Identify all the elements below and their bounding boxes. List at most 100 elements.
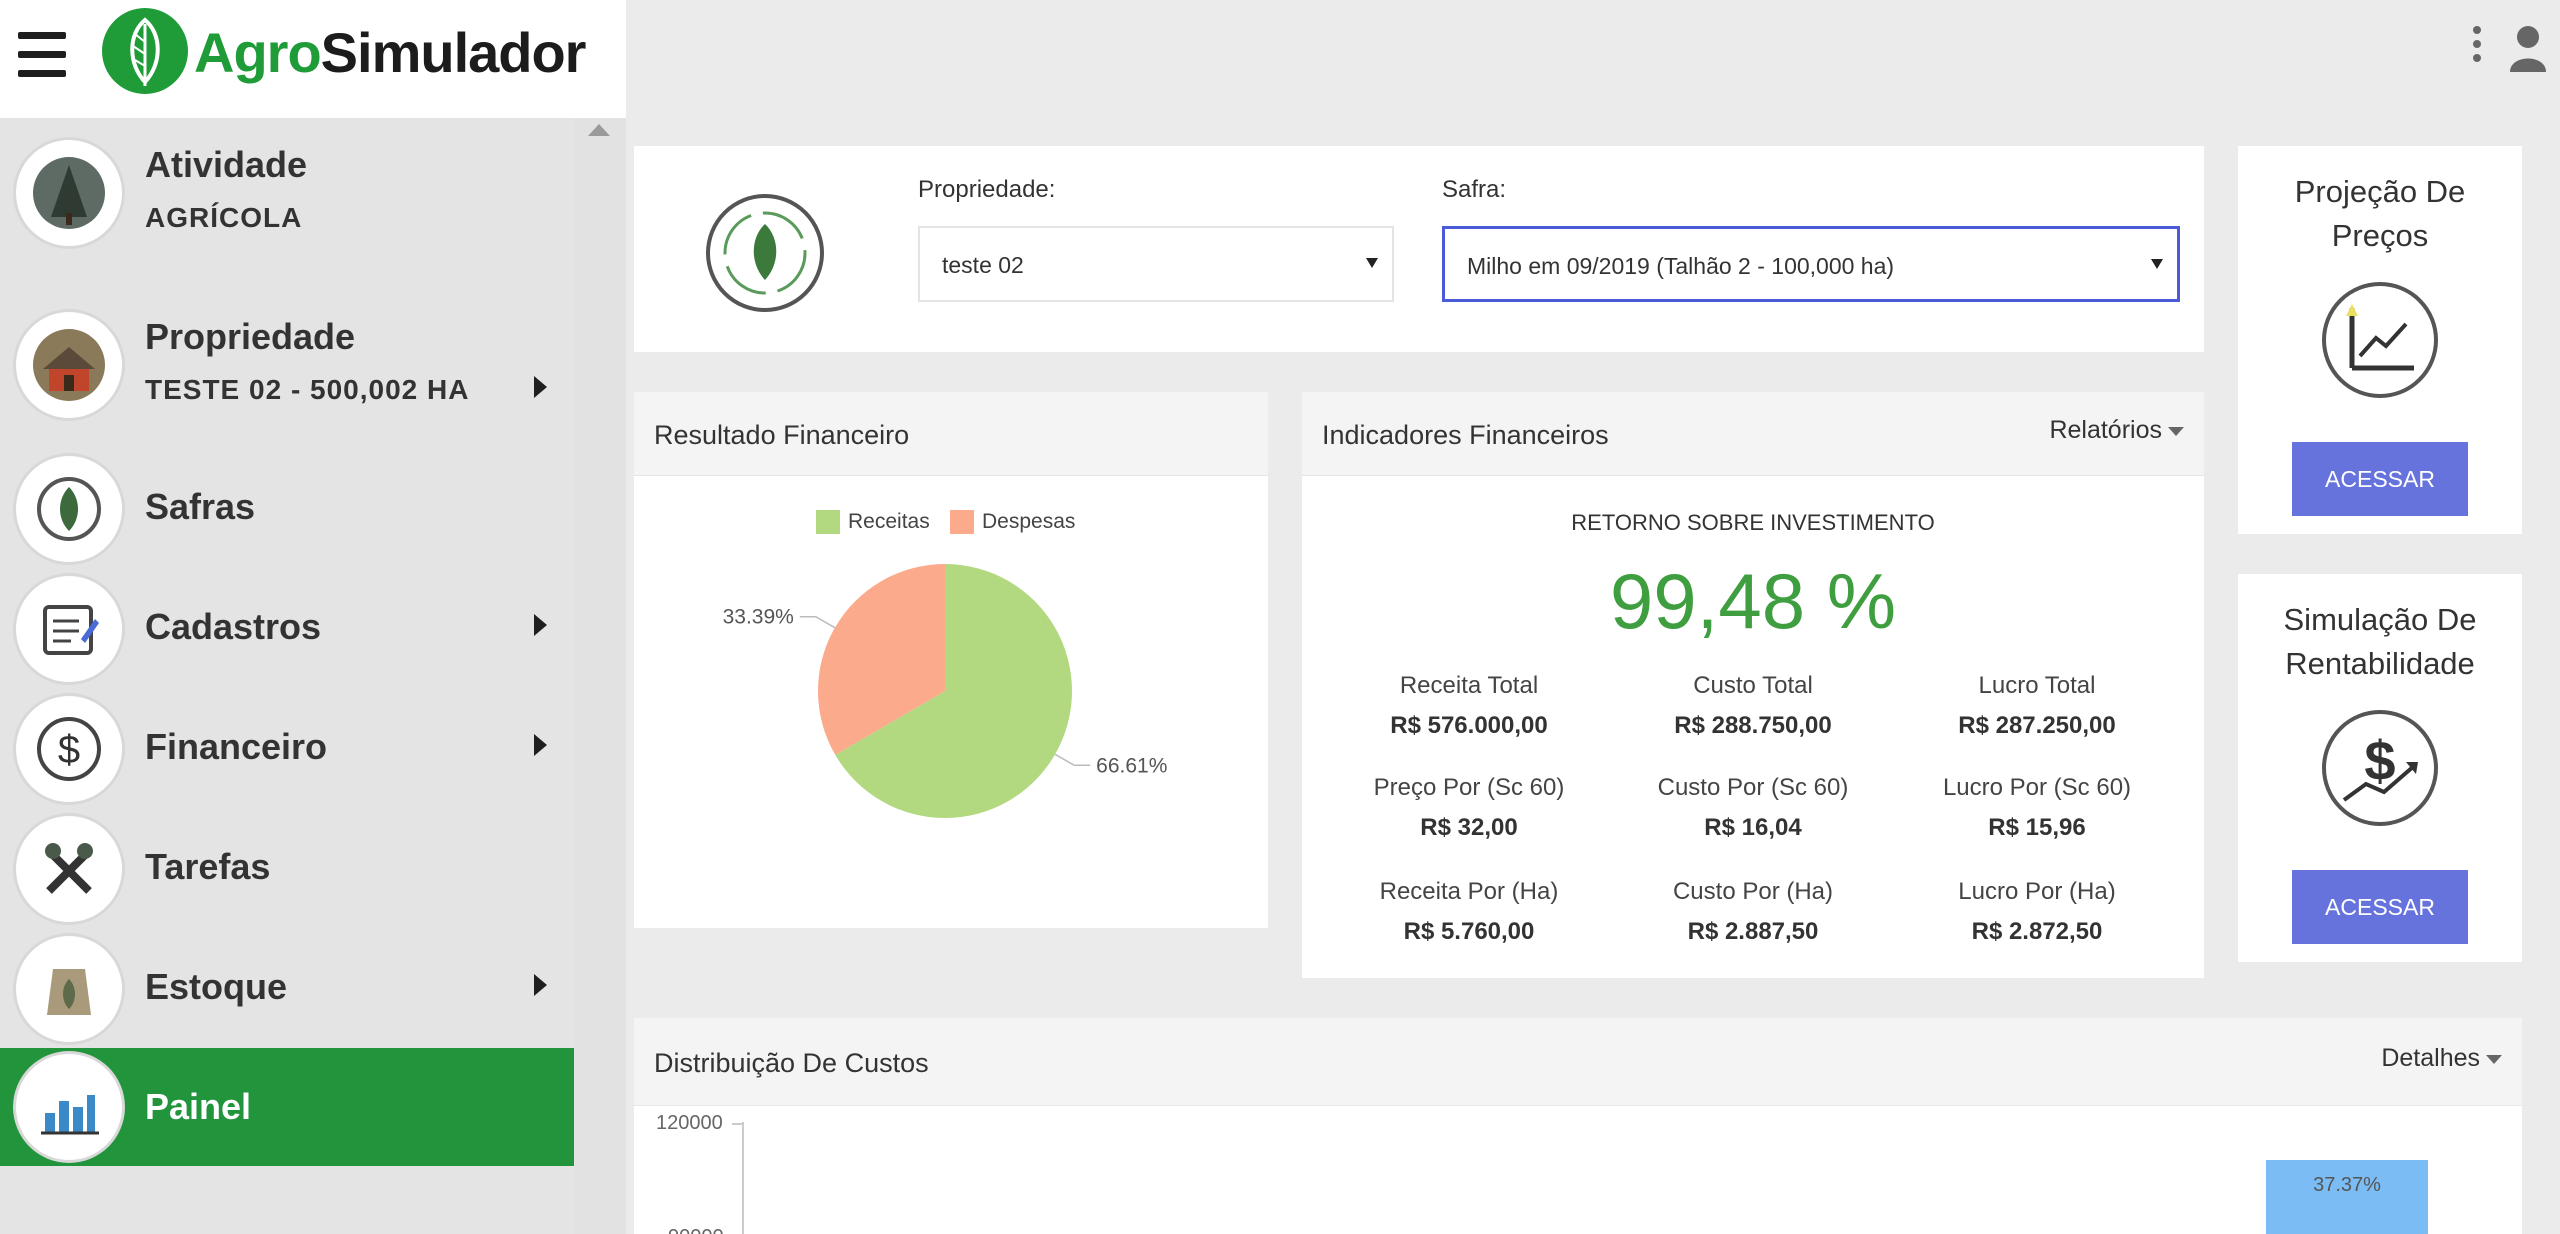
legend-label: Receitas bbox=[848, 510, 930, 533]
price-trend-icon bbox=[2322, 282, 2438, 398]
dollar-icon: $ bbox=[16, 696, 122, 802]
bar-value-label: 37.37% bbox=[2313, 1174, 2381, 1196]
top-bar: AgroSimulador bbox=[0, 0, 2560, 118]
legend-receitas[interactable]: Receitas bbox=[816, 510, 930, 535]
propriedade-select-value: teste 02 bbox=[942, 252, 1024, 278]
indicator-label: Receita Total bbox=[1399, 672, 1539, 699]
sidebar-item-estoque[interactable]: Estoque bbox=[0, 932, 574, 1046]
sidebar-item-label: Tarefas bbox=[145, 846, 271, 887]
indicator-preco-sc60: Preço Por (Sc 60) R$ 32,00 bbox=[1324, 774, 1614, 842]
indicator-value: R$ 16,04 bbox=[1704, 814, 1802, 841]
pie-leader-line bbox=[1054, 753, 1091, 767]
safra-select-value: Milho em 09/2019 (Talhão 2 - 100,000 ha) bbox=[1467, 253, 1895, 279]
roi-value: 99,48 % bbox=[1609, 557, 1897, 645]
form-edit-icon bbox=[16, 576, 122, 682]
card-title: Indicadores Financeiros bbox=[1322, 420, 1609, 450]
sidebar-item-label: Atividade bbox=[145, 144, 308, 185]
pie-value-label: 66.61% bbox=[1096, 754, 1167, 777]
caret-right-icon bbox=[534, 614, 547, 636]
sidebar-item-safras[interactable]: Safras bbox=[0, 452, 574, 566]
indicator-label: Custo Total bbox=[1693, 672, 1813, 699]
tool-title: Projeção De Preços bbox=[2238, 170, 2522, 258]
svg-text:$: $ bbox=[58, 728, 80, 772]
indicator-custo-ha: Custo Por (Ha) R$ 2.887,50 bbox=[1608, 878, 1898, 946]
pine-tree-icon bbox=[16, 140, 122, 246]
caret-down-icon bbox=[2486, 1054, 2502, 1064]
caret-right-icon bbox=[534, 376, 547, 398]
roi-title: RETORNO SOBRE INVESTIMENTO bbox=[1571, 510, 1935, 535]
indicator-label: Preço Por (Sc 60) bbox=[1373, 774, 1565, 801]
indicator-label: Lucro Por (Ha) bbox=[1958, 878, 2116, 905]
sidebar-item-propriedade[interactable]: Propriedade TESTE 02 - 500,002 HA bbox=[0, 302, 574, 442]
brand-area: AgroSimulador bbox=[0, 0, 626, 118]
seed-bag-icon bbox=[16, 936, 122, 1042]
legend-label: Despesas bbox=[982, 510, 1076, 533]
sidebar-item-sublabel: TESTE 02 - 500,002 HA bbox=[145, 374, 470, 405]
card-title: Distribuição De Custos bbox=[654, 1048, 929, 1078]
sidebar-item-sublabel: AGRÍCOLA bbox=[145, 202, 303, 233]
indicator-label: Lucro Por (Sc 60) bbox=[1942, 774, 2132, 801]
indicator-value: R$ 288.750,00 bbox=[1674, 712, 1832, 739]
farm-house-icon bbox=[16, 312, 122, 418]
card-header: Indicadores Financeiros Relatórios bbox=[1302, 392, 2204, 476]
projecao-precos-card: Projeção De Preços ACESSAR bbox=[2238, 146, 2522, 534]
y-axis-tick: 90000 bbox=[668, 1226, 724, 1234]
scroll-up-arrow-icon[interactable] bbox=[588, 124, 610, 136]
indicator-label: Custo Por (Ha) bbox=[1672, 878, 1834, 905]
caret-right-icon bbox=[534, 974, 547, 996]
y-axis-tick: 120000 bbox=[656, 1112, 723, 1134]
y-axis-line bbox=[742, 1122, 744, 1234]
tool-title-line2: Preços bbox=[2331, 218, 2429, 253]
dropdown-arrow-icon bbox=[2151, 259, 2163, 269]
cost-bar[interactable]: 37.37% bbox=[2266, 1160, 2428, 1234]
indicator-custo-total: Custo Total R$ 288.750,00 bbox=[1608, 672, 1898, 740]
indicator-value: R$ 287.250,00 bbox=[1958, 712, 2116, 739]
indicator-value: R$ 2.872,50 bbox=[1971, 918, 2103, 945]
simulacao-rentabilidade-card: Simulação De Rentabilidade $ ACESSAR bbox=[2238, 574, 2522, 962]
sidebar-item-cadastros[interactable]: Cadastros bbox=[0, 572, 574, 686]
relatorios-dropdown[interactable]: Relatórios bbox=[2049, 416, 2184, 445]
relatorios-label: Relatórios bbox=[2049, 416, 2162, 444]
legend-despesas[interactable]: Despesas bbox=[950, 510, 1076, 535]
caret-down-icon bbox=[2168, 426, 2184, 436]
hamburger-menu-icon[interactable] bbox=[18, 32, 66, 78]
propriedade-select[interactable]: teste 02 bbox=[918, 226, 1394, 302]
indicator-value: R$ 2.887,50 bbox=[1687, 918, 1819, 945]
indicator-receita-ha: Receita Por (Ha) R$ 5.760,00 bbox=[1324, 878, 1614, 946]
sidebar-item-label: Propriedade bbox=[145, 316, 356, 357]
logo-agro: Agro bbox=[194, 21, 322, 84]
user-icon[interactable] bbox=[2508, 24, 2548, 72]
indicator-lucro-ha: Lucro Por (Ha) R$ 2.872,50 bbox=[1892, 878, 2182, 946]
pie-chart: 66.61% 33.39% bbox=[723, 564, 1167, 818]
sidebar-item-tarefas[interactable]: Tarefas bbox=[0, 812, 574, 926]
indicator-value: R$ 576.000,00 bbox=[1390, 712, 1548, 739]
indicator-lucro-sc60: Lucro Por (Sc 60) R$ 15,96 bbox=[1892, 774, 2182, 842]
indicadores-financeiros-card: Indicadores Financeiros Relatórios RETOR… bbox=[1302, 392, 2204, 978]
detalhes-dropdown[interactable]: Detalhes bbox=[2381, 1044, 2502, 1073]
more-options-icon[interactable] bbox=[2470, 26, 2484, 70]
indicator-custo-sc60: Custo Por (Sc 60) R$ 16,04 bbox=[1608, 774, 1898, 842]
card-header: Distribuição De Custos Detalhes bbox=[634, 1018, 2522, 1106]
sidebar-item-painel[interactable]: Painel bbox=[0, 1048, 574, 1166]
simulacao-acessar-button[interactable]: ACESSAR bbox=[2292, 870, 2468, 944]
pie-value-label: 33.39% bbox=[723, 606, 794, 629]
tool-title-line1: Simulação De bbox=[2283, 602, 2477, 637]
leaf-logo-icon bbox=[102, 8, 188, 94]
dropdown-arrow-icon bbox=[1366, 258, 1378, 268]
sidebar-scrollbar[interactable] bbox=[574, 118, 626, 1234]
resultado-financeiro-card: Resultado Financeiro Receitas Despesas 6… bbox=[634, 392, 1268, 928]
sidebar-item-financeiro[interactable]: $ Financeiro bbox=[0, 692, 574, 806]
sidebar-item-label: Painel bbox=[145, 1086, 252, 1127]
svg-text:$: $ bbox=[2364, 729, 2395, 792]
app-logo-text[interactable]: AgroSimulador bbox=[194, 20, 587, 85]
crop-cycle-icon bbox=[706, 194, 824, 312]
y-axis-tick-mark bbox=[732, 1123, 742, 1125]
safra-select[interactable]: Milho em 09/2019 (Talhão 2 - 100,000 ha) bbox=[1442, 226, 2180, 302]
sidebar-item-atividade[interactable]: Atividade AGRÍCOLA bbox=[0, 130, 574, 270]
tool-title: Simulação De Rentabilidade bbox=[2238, 598, 2522, 686]
tools-icon bbox=[16, 816, 122, 922]
projecao-acessar-button[interactable]: ACESSAR bbox=[2292, 442, 2468, 516]
dashboard-chart-icon bbox=[16, 1054, 122, 1160]
dollar-growth-icon: $ bbox=[2322, 710, 2438, 826]
logo-simulador: Simulador bbox=[320, 21, 587, 84]
